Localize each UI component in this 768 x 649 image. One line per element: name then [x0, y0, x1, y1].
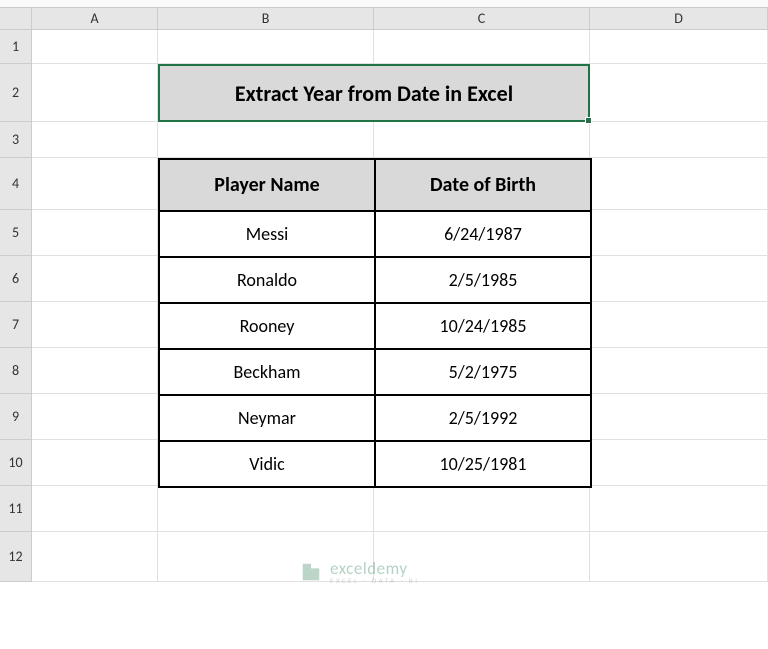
select-all-corner[interactable] [0, 8, 32, 29]
fill-handle[interactable] [585, 117, 592, 124]
table-row: Rooney 10/24/1985 [159, 303, 591, 349]
row-3: 3 [0, 122, 768, 158]
cell-d7[interactable] [590, 302, 768, 348]
row-header-4[interactable]: 4 [0, 158, 32, 210]
cell-d5[interactable] [590, 210, 768, 256]
cell-player[interactable]: Beckham [159, 349, 375, 395]
col-header-b[interactable]: B [158, 8, 374, 29]
cell-a10[interactable] [32, 440, 158, 486]
table-row: Messi 6/24/1987 [159, 211, 591, 257]
row-1: 1 [0, 30, 768, 64]
cell-dob[interactable]: 2/5/1992 [375, 395, 591, 441]
cell-a6[interactable] [32, 256, 158, 302]
row-header-1[interactable]: 1 [0, 30, 32, 64]
cell-player[interactable]: Vidic [159, 441, 375, 487]
row-header-8[interactable]: 8 [0, 348, 32, 394]
cell-c11[interactable] [374, 486, 590, 532]
cell-player[interactable]: Neymar [159, 395, 375, 441]
row-header-7[interactable]: 7 [0, 302, 32, 348]
col-header-a[interactable]: A [32, 8, 158, 29]
watermark-name: exceldemy [330, 560, 420, 577]
cell-a8[interactable] [32, 348, 158, 394]
cell-d4[interactable] [590, 158, 768, 210]
table-row: Vidic 10/25/1981 [159, 441, 591, 487]
watermark-text: exceldemy EXCEL · DATA · BI [330, 560, 420, 584]
cell-a4[interactable] [32, 158, 158, 210]
row-11: 11 [0, 486, 768, 532]
cell-player[interactable]: Messi [159, 211, 375, 257]
row-header-9[interactable]: 9 [0, 394, 32, 440]
cell-d10[interactable] [590, 440, 768, 486]
table-row: Ronaldo 2/5/1985 [159, 257, 591, 303]
row-header-3[interactable]: 3 [0, 122, 32, 158]
cell-d6[interactable] [590, 256, 768, 302]
cell-a2[interactable] [32, 64, 158, 122]
cell-dob[interactable]: 10/24/1985 [375, 303, 591, 349]
row-header-5[interactable]: 5 [0, 210, 32, 256]
table-row: Beckham 5/2/1975 [159, 349, 591, 395]
row-header-11[interactable]: 11 [0, 486, 32, 532]
formula-bar-area [0, 0, 768, 8]
cell-dob[interactable]: 10/25/1981 [375, 441, 591, 487]
cell-d11[interactable] [590, 486, 768, 532]
cell-a12[interactable] [32, 532, 158, 582]
header-player-name[interactable]: Player Name [159, 159, 375, 211]
cell-d8[interactable] [590, 348, 768, 394]
cell-b3[interactable] [158, 122, 374, 158]
cell-d3[interactable] [590, 122, 768, 158]
row-header-6[interactable]: 6 [0, 256, 32, 302]
data-table: Player Name Date of Birth Messi 6/24/198… [158, 158, 592, 488]
cell-d1[interactable] [590, 30, 768, 64]
table-header-row: Player Name Date of Birth [159, 159, 591, 211]
header-date-of-birth[interactable]: Date of Birth [375, 159, 591, 211]
cell-a9[interactable] [32, 394, 158, 440]
cell-a1[interactable] [32, 30, 158, 64]
title-text: Extract Year from Date in Excel [235, 80, 513, 107]
cell-d12[interactable] [590, 532, 768, 582]
cell-dob[interactable]: 2/5/1985 [375, 257, 591, 303]
watermark: exceldemy EXCEL · DATA · BI [300, 560, 420, 584]
cell-dob[interactable]: 5/2/1975 [375, 349, 591, 395]
cell-c1[interactable] [374, 30, 590, 64]
cell-d9[interactable] [590, 394, 768, 440]
cell-a7[interactable] [32, 302, 158, 348]
cell-dob[interactable]: 6/24/1987 [375, 211, 591, 257]
exceldemy-logo-icon [300, 561, 322, 583]
cell-d2[interactable] [590, 64, 768, 122]
row-header-2[interactable]: 2 [0, 64, 32, 122]
cell-player[interactable]: Ronaldo [159, 257, 375, 303]
cell-c3[interactable] [374, 122, 590, 158]
col-header-c[interactable]: C [374, 8, 590, 29]
title-merged-cell[interactable]: Extract Year from Date in Excel [158, 64, 590, 122]
cell-player[interactable]: Rooney [159, 303, 375, 349]
cell-a11[interactable] [32, 486, 158, 532]
column-headers: A B C D [0, 8, 768, 30]
watermark-sub: EXCEL · DATA · BI [330, 577, 420, 584]
cell-b1[interactable] [158, 30, 374, 64]
row-header-12[interactable]: 12 [0, 532, 32, 582]
table-row: Neymar 2/5/1992 [159, 395, 591, 441]
cell-b11[interactable] [158, 486, 374, 532]
cell-a5[interactable] [32, 210, 158, 256]
col-header-d[interactable]: D [590, 8, 768, 29]
cell-a3[interactable] [32, 122, 158, 158]
row-header-10[interactable]: 10 [0, 440, 32, 486]
